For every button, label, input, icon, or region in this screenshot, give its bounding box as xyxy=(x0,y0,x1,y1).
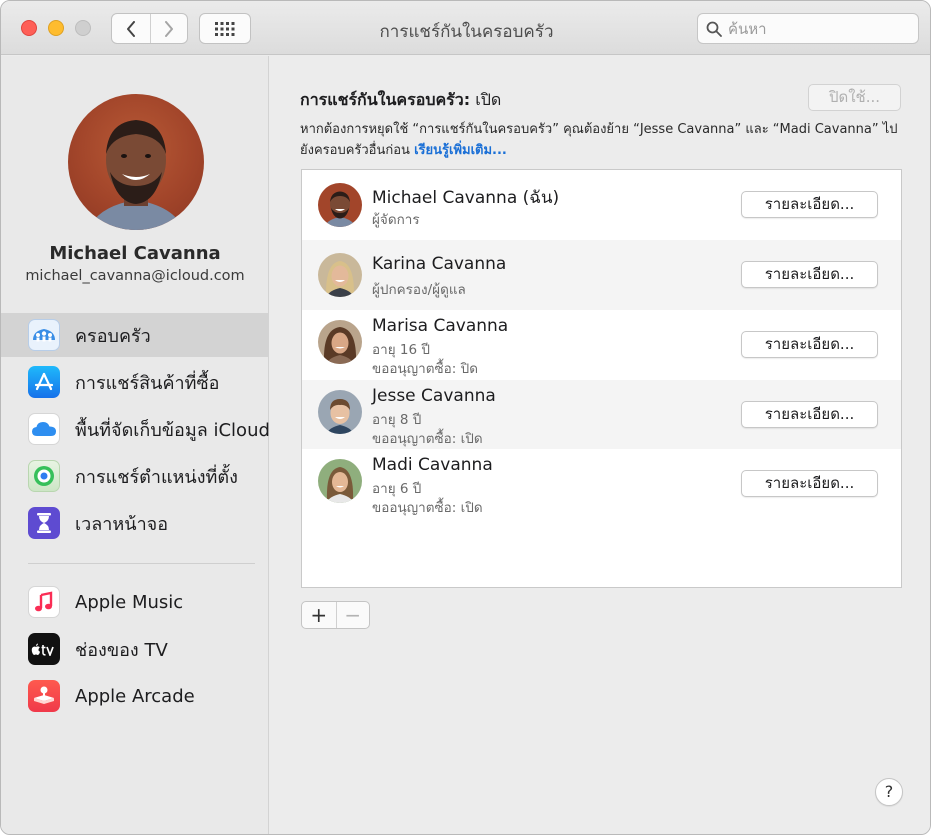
member-details-button[interactable]: รายละเอียด... xyxy=(741,261,878,288)
member-row[interactable]: Marisa Cavanna อายุ 16 ปี ขออนุญาตซื้อ: … xyxy=(302,310,901,380)
member-avatar xyxy=(318,459,362,503)
sidebar-item-label: ช่องของ TV xyxy=(75,639,168,661)
member-role: ผู้ปกครอง/ผู้ดูแล xyxy=(372,282,466,298)
member-details-button[interactable]: รายละเอียด... xyxy=(741,401,878,428)
sidebar-item-screen-time[interactable]: เวลาหน้าจอ xyxy=(1,501,269,545)
member-details-button[interactable]: รายละเอียด... xyxy=(741,470,878,497)
sidebar-item-family[interactable]: ครอบครัว xyxy=(1,313,269,357)
title-bar: การแชร์กันในครอบครัว xyxy=(1,1,930,55)
member-avatar xyxy=(318,183,362,227)
member-ask-to-buy: ขออนุญาตซื้อ: เปิด xyxy=(372,431,483,447)
sidebar-item-label: พื้นที่จัดเก็บข้อมูล iCloud xyxy=(75,419,270,441)
member-name: Jesse Cavanna xyxy=(372,386,496,406)
user-name: Michael Cavanna xyxy=(49,243,221,264)
search-field[interactable] xyxy=(697,13,919,44)
family-sharing-status: การแชร์กันในครอบครัว: เปิด xyxy=(300,88,501,113)
member-details-button[interactable]: รายละเอียด... xyxy=(741,331,878,358)
info-text: หากต้องการหยุดใช้ “การแชร์กันในครอบครัว”… xyxy=(300,119,910,161)
status-value: เปิด xyxy=(475,90,502,109)
info-message: หากต้องการหยุดใช้ “การแชร์กันในครอบครัว”… xyxy=(300,122,898,158)
icloud-icon xyxy=(28,413,60,445)
sidebar: Michael Cavanna michael_cavanna@icloud.c… xyxy=(1,56,270,834)
system-preferences-window: การแชร์กันในครอบครัว Michael Cavanna mic… xyxy=(0,0,931,835)
member-avatar xyxy=(318,320,362,364)
sidebar-item-location-sharing[interactable]: การแชร์ตำแหน่งที่ตั้ง xyxy=(1,454,269,498)
member-avatar xyxy=(318,253,362,297)
user-photo xyxy=(88,120,184,230)
sidebar-item-label: การแชร์สินค้าที่ซื้อ xyxy=(75,372,220,394)
add-member-button[interactable]: + xyxy=(302,602,336,628)
arcade-icon xyxy=(28,680,60,712)
sidebar-item-apple-arcade[interactable]: Apple Arcade xyxy=(1,674,269,718)
sidebar-item-purchase-sharing[interactable]: การแชร์สินค้าที่ซื้อ xyxy=(1,360,269,404)
sidebar-item-tv-channels[interactable]: ช่องของ TV xyxy=(1,627,269,671)
sidebar-item-icloud-storage[interactable]: พื้นที่จัดเก็บข้อมูล iCloud xyxy=(1,407,270,451)
main-panel: การแชร์กันในครอบครัว: เปิด ปิดใช้... หาก… xyxy=(270,56,930,834)
member-role: ผู้จัดการ xyxy=(372,212,420,228)
search-input[interactable] xyxy=(728,19,908,38)
member-row[interactable]: Michael Cavanna (ฉัน) ผู้จัดการ รายละเอี… xyxy=(302,170,901,240)
remove-member-button[interactable]: − xyxy=(335,602,370,628)
member-ask-to-buy: ขออนุญาตซื้อ: เปิด xyxy=(372,500,483,516)
help-button[interactable]: ? xyxy=(875,778,903,806)
sidebar-item-label: ครอบครัว xyxy=(75,325,151,347)
sidebar-divider xyxy=(28,563,255,564)
member-row[interactable]: Madi Cavanna อายุ 6 ปี ขออนุญาตซื้อ: เปิ… xyxy=(302,449,901,519)
sidebar-item-label: การแชร์ตำแหน่งที่ตั้ง xyxy=(75,466,238,488)
member-details-button[interactable]: รายละเอียด... xyxy=(741,191,878,218)
music-icon xyxy=(28,586,60,618)
find-my-icon xyxy=(28,460,60,492)
sidebar-item-label: Apple Music xyxy=(75,591,184,613)
member-row[interactable]: Karina Cavanna ผู้ปกครอง/ผู้ดูแล รายละเอ… xyxy=(302,240,901,310)
sidebar-item-apple-music[interactable]: Apple Music xyxy=(1,580,269,624)
member-avatar xyxy=(318,390,362,434)
member-name: Michael Cavanna (ฉัน) xyxy=(372,188,560,208)
user-email: michael_cavanna@icloud.com xyxy=(25,268,245,284)
user-avatar[interactable] xyxy=(68,94,204,230)
member-row[interactable]: Jesse Cavanna อายุ 8 ปี ขออนุญาตซื้อ: เป… xyxy=(302,380,901,449)
member-name: Marisa Cavanna xyxy=(372,316,509,336)
add-remove-control: + − xyxy=(301,601,370,629)
member-name: Madi Cavanna xyxy=(372,455,493,475)
apple-tv-icon xyxy=(28,633,60,665)
sidebar-item-label: เวลาหน้าจอ xyxy=(75,513,169,535)
app-store-icon xyxy=(28,366,60,398)
search-icon xyxy=(706,21,722,37)
status-label: การแชร์กันในครอบครัว: xyxy=(300,90,471,109)
screen-time-icon xyxy=(28,507,60,539)
family-icon xyxy=(28,319,60,351)
member-ask-to-buy: ขออนุญาตซื้อ: ปิด xyxy=(372,361,478,377)
disable-family-sharing-button[interactable]: ปิดใช้... xyxy=(808,84,901,111)
family-members-list: Michael Cavanna (ฉัน) ผู้จัดการ รายละเอี… xyxy=(301,169,902,588)
sidebar-item-label: Apple Arcade xyxy=(75,685,195,707)
member-name: Karina Cavanna xyxy=(372,254,507,274)
learn-more-link[interactable]: เรียนรู้เพิ่มเติม... xyxy=(414,143,507,158)
